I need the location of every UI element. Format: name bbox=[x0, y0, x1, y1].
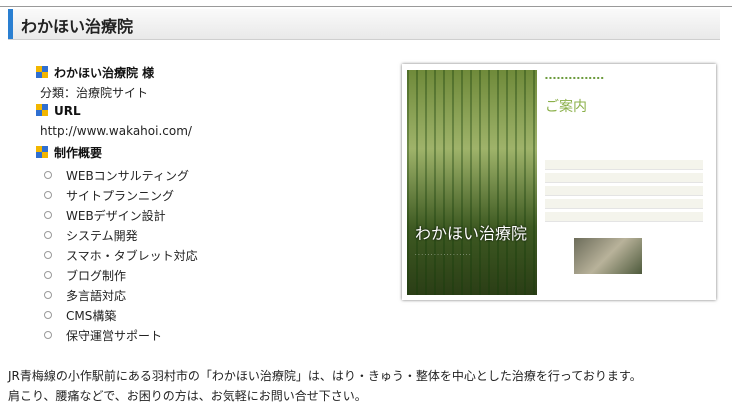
client-heading: わかほい治療院 様 bbox=[36, 64, 154, 81]
circle-bullet-icon bbox=[44, 311, 52, 319]
client-name: わかほい治療院 様 bbox=[54, 66, 155, 80]
services-label: 制作概要 bbox=[54, 146, 103, 160]
screenshot-info-table bbox=[545, 160, 703, 225]
screenshot-content-panel: ▪ ▪ ▪ ▪ ▪ ▪ ▪ ▪ ▪ ▪ ▪ ▪ ▪ ▪ ▪ ご案内 bbox=[542, 70, 712, 295]
circle-bullet-icon bbox=[44, 231, 52, 239]
list-item: サイトプランニング bbox=[44, 186, 198, 206]
square-bullet-icon bbox=[36, 146, 48, 158]
url-label: URL bbox=[54, 104, 81, 118]
screenshot-building-photo bbox=[574, 238, 642, 274]
site-description: JR青梅線の小作駅前にある羽村市の「わかほい治療院」は、はり・きゅう・整体を中心… bbox=[8, 366, 642, 406]
services-heading: 制作概要 bbox=[36, 144, 102, 161]
list-item: CMS構築 bbox=[44, 306, 198, 326]
square-bullet-icon bbox=[36, 66, 48, 78]
url-heading: URL bbox=[36, 104, 81, 118]
list-item: 多言語対応 bbox=[44, 286, 198, 306]
circle-bullet-icon bbox=[44, 291, 52, 299]
list-item: WEBデザイン設計 bbox=[44, 206, 198, 226]
screenshot-nav: ▪ ▪ ▪ ▪ ▪ ▪ ▪ ▪ ▪ ▪ ▪ ▪ ▪ ▪ ▪ bbox=[545, 75, 604, 80]
list-item: 保守運営サポート bbox=[44, 326, 198, 346]
square-bullet-icon bbox=[36, 104, 48, 116]
title-accent-bar bbox=[8, 9, 13, 39]
screenshot-heading: ご案内 bbox=[545, 99, 587, 115]
list-item: ブログ制作 bbox=[44, 266, 198, 286]
services-list: WEBコンサルティング サイトプランニング WEBデザイン設計 システム開発 ス… bbox=[44, 166, 198, 346]
circle-bullet-icon bbox=[44, 211, 52, 219]
circle-bullet-icon bbox=[44, 251, 52, 259]
list-item: スマホ・タブレット対応 bbox=[44, 246, 198, 266]
circle-bullet-icon bbox=[44, 331, 52, 339]
page-title-bar: わかほい治療院 bbox=[8, 9, 720, 40]
list-item: WEBコンサルティング bbox=[44, 166, 198, 186]
screenshot-site-title: わかほい治療院 bbox=[415, 224, 528, 243]
bamboo-hero-image: わかほい治療院 · · · · · · · · · · · · · · · · … bbox=[407, 70, 537, 295]
screenshot-subtext: · · · · · · · · · · · · · · · · · · bbox=[415, 252, 471, 258]
circle-bullet-icon bbox=[44, 171, 52, 179]
site-screenshot[interactable]: わかほい治療院 · · · · · · · · · · · · · · · · … bbox=[402, 64, 716, 300]
site-url: http://www.wakahoi.com/ bbox=[40, 124, 192, 138]
circle-bullet-icon bbox=[44, 191, 52, 199]
top-divider bbox=[0, 6, 732, 7]
category-text: 分類：治療院サイト bbox=[40, 86, 149, 100]
circle-bullet-icon bbox=[44, 271, 52, 279]
list-item: システム開発 bbox=[44, 226, 198, 246]
description-line-1: JR青梅線の小作駅前にある羽村市の「わかほい治療院」は、はり・きゅう・整体を中心… bbox=[8, 369, 642, 383]
page-title: わかほい治療院 bbox=[21, 17, 134, 36]
description-line-2: 肩こり、腰痛などで、お困りの方は、お気軽にお問い合せ下さい。 bbox=[8, 389, 367, 403]
